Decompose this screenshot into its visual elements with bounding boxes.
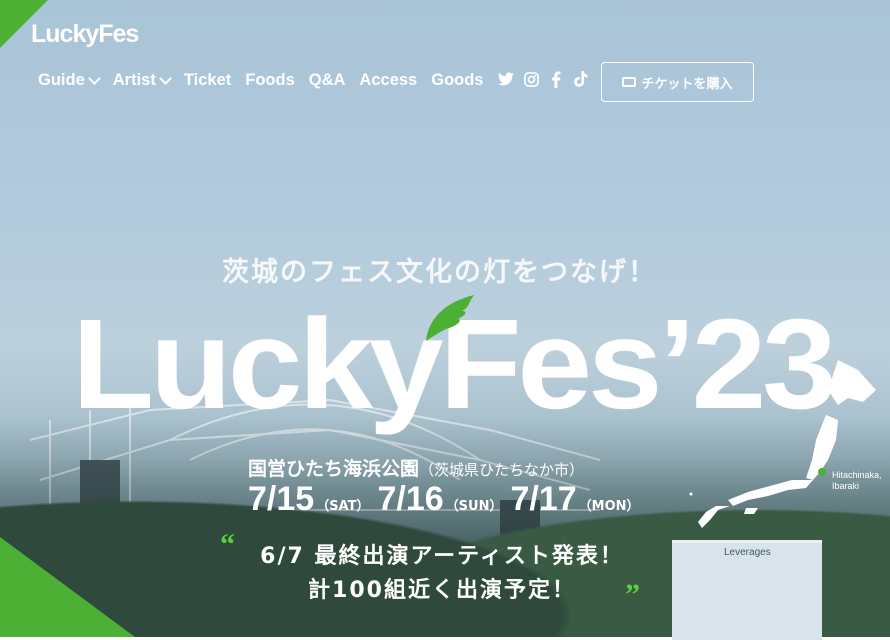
stage-banner: Leverages — [672, 540, 822, 640]
nav-item-ticket-label: Ticket — [183, 70, 232, 89]
nav-item-artist-label: Artist — [112, 70, 156, 89]
announcement-line-1: 6/7 最終出演アーティスト発表！ — [260, 544, 624, 569]
map-location-label: Hitachinaka, Ibaraki — [832, 470, 882, 492]
nav-item-goods-label: Goods — [431, 70, 484, 89]
instagram-icon[interactable] — [523, 71, 539, 87]
social-links — [498, 70, 589, 88]
chevron-down-icon — [87, 71, 101, 85]
date-2: 7/16 — [377, 480, 444, 518]
nav-item-guide[interactable]: Guide — [38, 70, 101, 90]
nav-item-access-label: Access — [359, 70, 418, 89]
event-dates: 7/15 （SAT） 7/16 （SUN） 7/17 （MON） — [248, 480, 648, 519]
venue: 国営ひたち海浜公園（茨城県ひたちなか市） — [248, 454, 584, 481]
tiktok-icon[interactable] — [573, 71, 589, 87]
weekday-3: （MON） — [578, 499, 640, 514]
twitter-icon[interactable] — [498, 71, 514, 87]
leaf-icon — [426, 295, 474, 341]
buy-ticket-button[interactable]: チケットを購入 — [601, 62, 754, 102]
chevron-down-icon — [158, 71, 172, 85]
site-logo[interactable]: LuckyFes — [31, 20, 139, 49]
nav-item-qa-label: Q&A — [308, 70, 346, 89]
nav-item-goods[interactable]: Goods — [431, 71, 483, 90]
japan-map-icon — [689, 360, 876, 528]
facebook-icon[interactable] — [548, 70, 564, 88]
date-3: 7/17 — [510, 480, 577, 518]
nav-item-foods-label: Foods — [245, 70, 295, 89]
nav-item-qa[interactable]: Q&A — [309, 71, 346, 90]
announcement-line-2: 計100組近く出演予定！ — [308, 578, 576, 603]
nav-item-access[interactable]: Access — [359, 71, 417, 90]
weekday-2: （SUN） — [445, 499, 503, 514]
nav-item-artist[interactable]: Artist — [112, 70, 172, 90]
date-1: 7/15 — [248, 480, 315, 518]
nav-item-guide-label: Guide — [38, 70, 85, 89]
ticket-icon — [622, 77, 637, 87]
buy-ticket-label: チケットを購入 — [641, 76, 733, 92]
site-logo-text: LuckyFes — [31, 20, 139, 48]
hero-tagline: 茨城のフェス文化の灯をつなげ！ — [222, 257, 657, 288]
main-nav: Guide Artist Ticket Foods Q&A Access Goo… — [38, 68, 497, 92]
close-quote-icon: ” — [625, 578, 640, 611]
nav-item-ticket[interactable]: Ticket — [184, 71, 231, 90]
map-location-line-2: Ibaraki — [832, 481, 860, 491]
green-corner-bottom — [0, 537, 135, 637]
announcement: 6/7 最終出演アーティスト発表！ 計100組近く出演予定！ — [232, 540, 652, 608]
weekday-1: （SAT） — [316, 499, 370, 514]
nav-item-foods[interactable]: Foods — [245, 71, 295, 90]
map-location-line-1: Hitachinaka, — [832, 470, 882, 480]
venue-name: 国営ひたち海浜公園 — [248, 458, 420, 480]
venue-city: （茨城県ひたちなか市） — [419, 461, 585, 479]
stage-banner-text: Leverages — [724, 547, 771, 558]
